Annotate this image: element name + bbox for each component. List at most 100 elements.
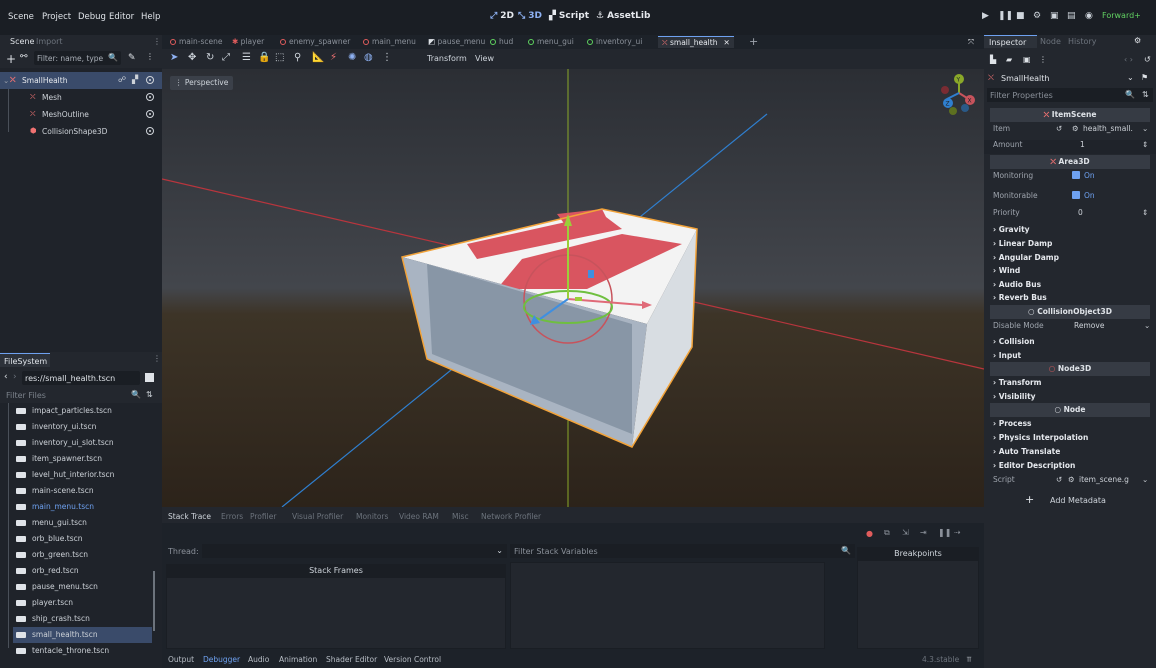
- menu-debug[interactable]: Debug: [78, 12, 106, 22]
- group-audio-bus[interactable]: › Audio Bus: [993, 280, 1041, 289]
- tab-hud[interactable]: hud: [490, 36, 513, 48]
- file-item[interactable]: tentacle_throne.tscn: [13, 643, 152, 659]
- environment-icon[interactable]: ◍: [364, 52, 373, 63]
- tab-node[interactable]: Node: [1040, 37, 1061, 46]
- tab-video-ram[interactable]: Video RAM: [399, 512, 439, 521]
- tab-shader-editor[interactable]: Shader Editor: [326, 655, 377, 664]
- breakpoints-list[interactable]: [857, 560, 979, 649]
- file-item-selected[interactable]: small_health.tscn: [13, 627, 152, 643]
- fs-path-field[interactable]: res://small_health.tscn: [22, 371, 140, 385]
- tab-scene[interactable]: Scene: [10, 37, 34, 46]
- history-back-icon[interactable]: ‹ ›: [1124, 55, 1133, 64]
- group-input[interactable]: › Input: [993, 351, 1021, 360]
- visibility-icon[interactable]: [146, 76, 154, 84]
- distraction-free-icon[interactable]: ⤧: [968, 36, 974, 48]
- tab-small-health[interactable]: ⛌ small_health ✕: [658, 36, 734, 48]
- mode-3d-button[interactable]: ⤡ 3D: [518, 11, 542, 21]
- step-into-icon[interactable]: ⇲: [902, 528, 909, 537]
- attach-script-icon[interactable]: ✎: [128, 53, 136, 63]
- file-item[interactable]: item_spawner.tscn: [13, 451, 152, 467]
- menu-scene[interactable]: Scene: [8, 12, 34, 22]
- tab-pause-menu[interactable]: ◩ pause_menu: [428, 36, 485, 48]
- section-itemscene[interactable]: ⛌ ItemScene: [990, 108, 1150, 122]
- transform-menu[interactable]: Transform: [427, 54, 467, 63]
- tab-version-control[interactable]: Version Control: [384, 655, 441, 664]
- move-tool-icon[interactable]: ✥: [188, 52, 196, 63]
- tab-inventory-ui[interactable]: inventory_ui: [587, 36, 642, 48]
- node-selector[interactable]: ⛌ SmallHealth ⌄ ⚑: [987, 71, 1153, 85]
- property-priority[interactable]: Priority 0 ⇕: [984, 208, 1156, 222]
- tab-monitors[interactable]: Monitors: [356, 512, 388, 521]
- tab-player[interactable]: ✱ player: [232, 36, 264, 48]
- forward-icon[interactable]: ›: [13, 372, 17, 382]
- visibility-icon[interactable]: [146, 110, 154, 118]
- breakpoint-icon[interactable]: ●: [866, 529, 873, 538]
- add-tab-icon[interactable]: +: [749, 36, 758, 48]
- stop-icon[interactable]: ■: [1016, 11, 1025, 21]
- group-collision[interactable]: › Collision: [993, 337, 1035, 346]
- tree-node-smallhealth[interactable]: ⌄ ⛌ SmallHealth ☍ ▞: [0, 72, 162, 89]
- visibility-icon[interactable]: [146, 127, 154, 135]
- file-item[interactable]: level_hut_interior.tscn: [13, 467, 152, 483]
- file-item[interactable]: orb_blue.tscn: [13, 531, 152, 547]
- section-node3d[interactable]: ○ Node3D: [990, 362, 1150, 376]
- object-properties-icon[interactable]: ⚑: [1141, 73, 1148, 82]
- menu-project[interactable]: Project: [42, 12, 71, 22]
- group-process[interactable]: › Process: [993, 419, 1032, 428]
- tab-misc[interactable]: Misc: [452, 512, 469, 521]
- add-node-button[interactable]: +: [6, 52, 16, 66]
- add-metadata-button[interactable]: + Add Metadata: [1018, 493, 1128, 507]
- group-wind[interactable]: › Wind: [993, 266, 1020, 275]
- tab-debugger[interactable]: Debugger: [203, 655, 240, 664]
- group-auto-translate[interactable]: › Auto Translate: [993, 447, 1060, 456]
- group-angular-damp[interactable]: › Angular Damp: [993, 253, 1059, 262]
- group-reverb-bus[interactable]: › Reverb Bus: [993, 293, 1047, 302]
- group-physics-interpolation[interactable]: › Physics Interpolation: [993, 433, 1088, 442]
- perspective-menu[interactable]: ⋮ Perspective: [170, 76, 234, 90]
- scene-filter-field[interactable]: Filter: name, type 🔍: [34, 51, 121, 65]
- sun-icon[interactable]: ✺: [348, 52, 356, 63]
- spinner-icon[interactable]: ⇕: [1142, 140, 1148, 149]
- tab-inspector[interactable]: Inspector: [984, 35, 1037, 48]
- tree-node-mesh[interactable]: ⛌ Mesh: [0, 89, 162, 106]
- tab-menu-gui[interactable]: menu_gui: [528, 36, 574, 48]
- stack-variables-filter[interactable]: Filter Stack Variables 🔍: [510, 544, 855, 558]
- stack-variables-list[interactable]: [510, 562, 825, 649]
- tab-errors[interactable]: Errors: [221, 512, 243, 521]
- group-visibility[interactable]: › Visibility: [993, 392, 1036, 401]
- back-icon[interactable]: ‹: [4, 372, 8, 382]
- 3d-viewport[interactable]: Y X Z ⋮ Perspective: [162, 69, 984, 507]
- file-item[interactable]: orb_red.tscn: [13, 563, 152, 579]
- pause-icon[interactable]: ❚❚: [998, 11, 1013, 21]
- tab-profiler[interactable]: Profiler: [250, 512, 276, 521]
- rotate-tool-icon[interactable]: ↻: [206, 52, 214, 63]
- property-script[interactable]: Script ↺ ⚙ item_scene.g ⌄: [984, 475, 1156, 489]
- section-collisionobject3d[interactable]: ○ CollisionObject3D: [990, 305, 1150, 319]
- tab-filesystem[interactable]: FileSystem: [0, 353, 50, 367]
- visibility-icon[interactable]: [146, 93, 154, 101]
- section-node[interactable]: ○ Node: [990, 403, 1150, 417]
- menu-help[interactable]: Help: [141, 12, 160, 22]
- tab-visual-profiler[interactable]: Visual Profiler: [292, 512, 343, 521]
- collapse-icon[interactable]: ⌄: [3, 76, 9, 85]
- file-item[interactable]: ship_crash.tscn: [13, 611, 152, 627]
- group-icon[interactable]: ⬚: [275, 52, 284, 63]
- tab-animation[interactable]: Animation: [279, 655, 317, 664]
- list-tool-icon[interactable]: ☰: [242, 52, 251, 63]
- play-icon[interactable]: ▶: [982, 11, 989, 21]
- thread-select[interactable]: ⌄: [202, 544, 507, 558]
- mode-assetlib-button[interactable]: ⚓ AssetLib: [596, 11, 650, 21]
- chevron-down-icon[interactable]: ⌄: [1144, 321, 1150, 330]
- mode-script-button[interactable]: ▞ Script: [549, 11, 589, 21]
- chevron-down-icon[interactable]: ⌄: [1142, 124, 1148, 133]
- file-item[interactable]: main_menu.tscn: [13, 499, 152, 515]
- tab-audio[interactable]: Audio: [248, 655, 269, 664]
- file-item[interactable]: menu_gui.tscn: [13, 515, 152, 531]
- property-filter-field[interactable]: Filter Properties 🔍 ⇅: [987, 88, 1153, 102]
- dock-menu-icon[interactable]: ⋮: [153, 37, 161, 46]
- close-icon[interactable]: ✕: [723, 38, 729, 47]
- signal-icon[interactable]: ☍: [118, 75, 126, 84]
- monitorable-checkbox[interactable]: On: [1072, 191, 1095, 200]
- property-monitoring[interactable]: Monitoring On: [984, 171, 1156, 185]
- history-icon[interactable]: ↺: [1144, 55, 1151, 64]
